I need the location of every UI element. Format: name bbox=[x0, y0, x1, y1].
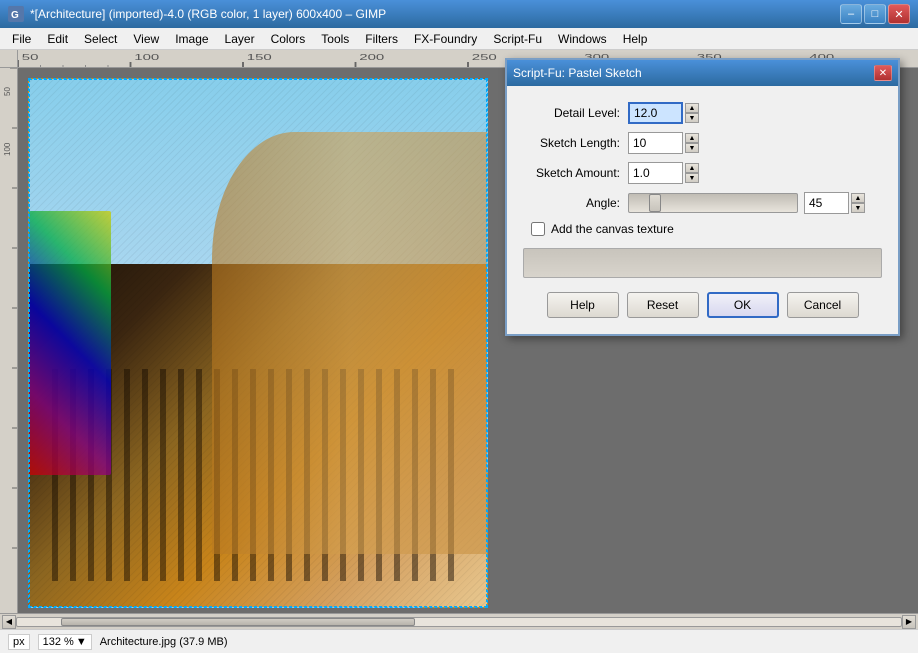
menu-windows[interactable]: Windows bbox=[550, 30, 615, 48]
angle-value-input[interactable] bbox=[804, 192, 849, 214]
menu-file[interactable]: File bbox=[4, 30, 39, 48]
scroll-right-button[interactable]: ▶ bbox=[902, 615, 916, 629]
menu-bar: File Edit Select View Image Layer Colors… bbox=[0, 28, 918, 50]
scroll-left-button[interactable]: ◀ bbox=[2, 615, 16, 629]
canvas-texture-checkbox[interactable] bbox=[531, 222, 545, 236]
detail-level-row: Detail Level: ▲ ▼ bbox=[523, 102, 882, 124]
sketch-length-up[interactable]: ▲ bbox=[685, 133, 699, 143]
menu-fx-foundry[interactable]: FX-Foundry bbox=[406, 30, 485, 48]
dialog-content: Detail Level: ▲ ▼ Sketch Length: ▲ ▼ bbox=[507, 86, 898, 334]
dialog-buttons: Help Reset OK Cancel bbox=[523, 292, 882, 318]
menu-view[interactable]: View bbox=[125, 30, 167, 48]
window-controls: – □ ✕ bbox=[840, 4, 910, 24]
menu-layer[interactable]: Layer bbox=[217, 30, 263, 48]
sketch-length-spinner: ▲ ▼ bbox=[685, 133, 699, 153]
window-title: *[Architecture] (imported)-4.0 (RGB colo… bbox=[30, 7, 386, 21]
minimize-button[interactable]: – bbox=[840, 4, 862, 24]
menu-script-fu[interactable]: Script-Fu bbox=[485, 30, 550, 48]
svg-text:150: 150 bbox=[247, 53, 272, 62]
svg-text:50: 50 bbox=[3, 87, 12, 96]
svg-text:200: 200 bbox=[359, 53, 384, 62]
angle-label: Angle: bbox=[523, 196, 628, 210]
sketch-length-input-group: ▲ ▼ bbox=[628, 132, 699, 154]
detail-level-input[interactable] bbox=[628, 102, 683, 124]
detail-level-input-group: ▲ ▼ bbox=[628, 102, 699, 124]
angle-down[interactable]: ▼ bbox=[851, 203, 865, 213]
close-button[interactable]: ✕ bbox=[888, 4, 910, 24]
menu-colors[interactable]: Colors bbox=[263, 30, 314, 48]
zoom-selector[interactable]: 132 % ▼ bbox=[38, 634, 92, 650]
maximize-button[interactable]: □ bbox=[864, 4, 886, 24]
svg-text:50: 50 bbox=[22, 53, 39, 62]
angle-slider[interactable] bbox=[628, 193, 798, 213]
status-bar: px 132 % ▼ Architecture.jpg (37.9 MB) bbox=[0, 629, 918, 653]
sketch-amount-row: Sketch Amount: ▲ ▼ bbox=[523, 162, 882, 184]
menu-tools[interactable]: Tools bbox=[313, 30, 357, 48]
detail-level-label: Detail Level: bbox=[523, 106, 628, 120]
scroll-track-h[interactable] bbox=[16, 617, 902, 627]
scrollbar-horizontal: ◀ ▶ bbox=[0, 613, 918, 629]
svg-text:100: 100 bbox=[3, 142, 12, 156]
ruler-vertical: 50 100 bbox=[0, 68, 18, 613]
sketch-amount-down[interactable]: ▼ bbox=[685, 173, 699, 183]
dialog-title-bar: Script-Fu: Pastel Sketch ✕ bbox=[507, 60, 898, 86]
title-bar: G *[Architecture] (imported)-4.0 (RGB co… bbox=[0, 0, 918, 28]
angle-up[interactable]: ▲ bbox=[851, 193, 865, 203]
ruler-corner bbox=[0, 50, 18, 68]
reset-button[interactable]: Reset bbox=[627, 292, 699, 318]
svg-text:100: 100 bbox=[134, 53, 159, 62]
menu-select[interactable]: Select bbox=[76, 30, 125, 48]
script-fu-dialog[interactable]: Script-Fu: Pastel Sketch ✕ Detail Level:… bbox=[505, 58, 900, 336]
svg-text:250: 250 bbox=[472, 53, 497, 62]
app-icon: G bbox=[8, 6, 24, 22]
sketch-length-input[interactable] bbox=[628, 132, 683, 154]
sketch-length-label: Sketch Length: bbox=[523, 136, 628, 150]
angle-row: Angle: ▲ ▼ bbox=[523, 192, 882, 214]
preview-bar bbox=[523, 248, 882, 278]
menu-image[interactable]: Image bbox=[167, 30, 216, 48]
unit-selector[interactable]: px bbox=[8, 634, 30, 650]
menu-edit[interactable]: Edit bbox=[39, 30, 76, 48]
canvas-texture-row: Add the canvas texture bbox=[523, 222, 882, 236]
sketch-length-down[interactable]: ▼ bbox=[685, 143, 699, 153]
help-button[interactable]: Help bbox=[547, 292, 619, 318]
scroll-thumb-h[interactable] bbox=[61, 618, 415, 626]
sketch-amount-spinner: ▲ ▼ bbox=[685, 163, 699, 183]
dialog-title: Script-Fu: Pastel Sketch bbox=[513, 66, 642, 80]
svg-text:G: G bbox=[11, 10, 19, 21]
detail-level-up[interactable]: ▲ bbox=[685, 103, 699, 113]
detail-level-spinner: ▲ ▼ bbox=[685, 103, 699, 123]
ok-button[interactable]: OK bbox=[707, 292, 779, 318]
filename-label: Architecture.jpg (37.9 MB) bbox=[100, 636, 228, 648]
menu-filters[interactable]: Filters bbox=[357, 30, 406, 48]
sketch-amount-up[interactable]: ▲ bbox=[685, 163, 699, 173]
sketch-amount-input[interactable] bbox=[628, 162, 683, 184]
cancel-button[interactable]: Cancel bbox=[787, 292, 859, 318]
angle-spinner: ▲ ▼ bbox=[851, 193, 865, 213]
canvas-texture-label: Add the canvas texture bbox=[551, 222, 674, 236]
canvas-image bbox=[28, 78, 488, 608]
menu-help[interactable]: Help bbox=[615, 30, 656, 48]
angle-value-group: ▲ ▼ bbox=[804, 192, 865, 214]
dialog-close-button[interactable]: ✕ bbox=[874, 65, 892, 81]
sketch-length-row: Sketch Length: ▲ ▼ bbox=[523, 132, 882, 154]
sketch-amount-label: Sketch Amount: bbox=[523, 166, 628, 180]
sketch-amount-input-group: ▲ ▼ bbox=[628, 162, 699, 184]
detail-level-down[interactable]: ▼ bbox=[685, 113, 699, 123]
